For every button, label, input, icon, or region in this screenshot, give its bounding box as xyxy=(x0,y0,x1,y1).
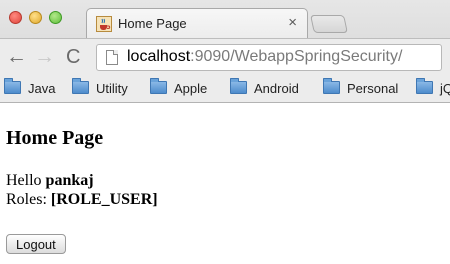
bookmark-label: jQ xyxy=(440,81,450,96)
logout-button[interactable]: Logout xyxy=(6,234,66,254)
window-minimize-button[interactable] xyxy=(29,11,42,24)
folder-icon xyxy=(230,78,247,94)
page-title: Home Page xyxy=(6,127,104,149)
folder-icon xyxy=(323,78,340,94)
bookmark-apple[interactable]: Apple xyxy=(150,78,208,96)
window-zoom-button[interactable] xyxy=(49,11,62,24)
window-close-button[interactable] xyxy=(9,11,22,24)
new-tab-button[interactable] xyxy=(310,15,348,33)
page-content: Home Page Hello pankaj Roles: [ROLE_USER… xyxy=(0,103,450,264)
forward-arrow-icon[interactable]: → xyxy=(34,46,55,68)
tab-close-icon[interactable]: × xyxy=(288,14,297,31)
bookmark-utility[interactable]: Utility xyxy=(72,78,128,96)
folder-icon xyxy=(416,78,433,94)
navigation-toolbar: ← → C localhost:9090/WebappSpringSecurit… xyxy=(0,38,450,76)
roles-line: Roles: [ROLE_USER] xyxy=(6,191,158,209)
java-coffee-cup-icon xyxy=(96,16,112,32)
url-path: :9090/WebappSpringSecurity/ xyxy=(190,48,403,65)
browser-chrome: Home Page × ← → C localhost:9090/WebappS… xyxy=(0,0,450,103)
reload-icon[interactable]: C xyxy=(66,46,80,68)
address-bar[interactable]: localhost:9090/WebappSpringSecurity/ xyxy=(96,44,442,71)
greeting-prefix: Hello xyxy=(6,172,46,189)
url-text[interactable]: localhost:9090/WebappSpringSecurity/ xyxy=(127,48,402,66)
back-arrow-icon[interactable]: ← xyxy=(6,46,27,68)
roles-value: [ROLE_USER] xyxy=(50,191,158,208)
bookmark-label: Java xyxy=(28,81,56,96)
bookmark-java[interactable]: Java xyxy=(4,78,56,96)
title-bar: Home Page × xyxy=(0,0,450,39)
page-icon xyxy=(106,50,118,65)
tab-home-page[interactable]: Home Page × xyxy=(86,8,308,39)
bookmark-label: Apple xyxy=(174,81,208,96)
bookmark-android[interactable]: Android xyxy=(230,78,299,96)
bookmark-label: Personal xyxy=(347,81,399,96)
tab-title: Home Page xyxy=(118,16,187,31)
bookmark-label: Android xyxy=(254,81,299,96)
folder-icon xyxy=(4,78,21,94)
roles-prefix: Roles: xyxy=(6,191,51,208)
bookmark-jq[interactable]: jQ xyxy=(416,78,450,96)
username: pankaj xyxy=(45,172,94,189)
folder-icon xyxy=(72,78,89,94)
url-host: localhost xyxy=(127,48,191,65)
folder-icon xyxy=(150,78,167,94)
bookmarks-bar: Java Utility Apple Android Personal jQ xyxy=(0,76,450,103)
bookmark-personal[interactable]: Personal xyxy=(323,78,399,96)
bookmark-label: Utility xyxy=(96,81,128,96)
greeting-line: Hello pankaj xyxy=(6,172,94,190)
